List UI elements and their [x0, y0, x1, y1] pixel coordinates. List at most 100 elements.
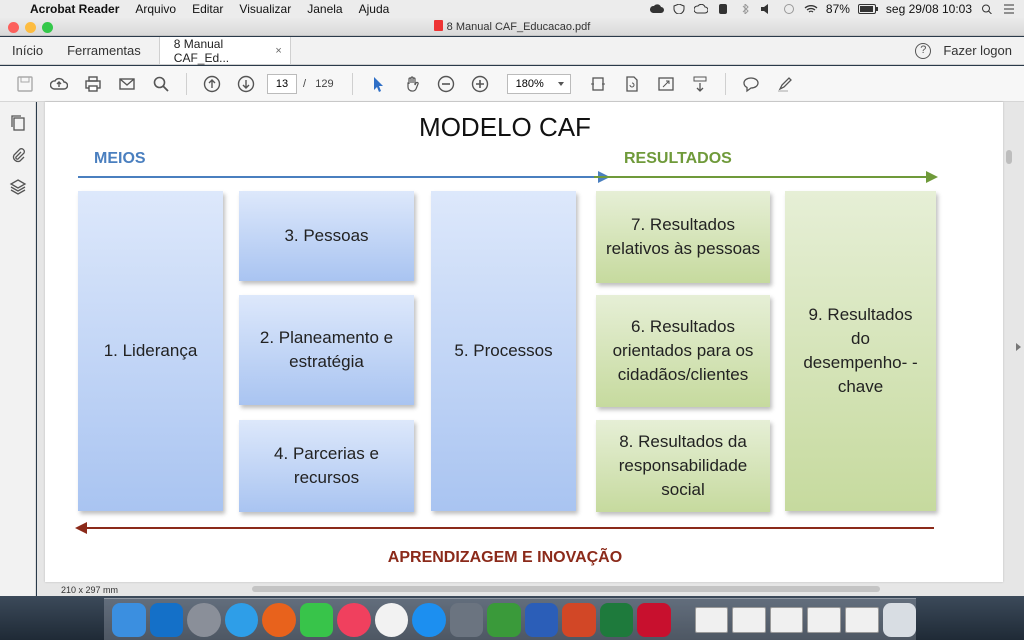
creative-cloud-icon[interactable]: [693, 4, 708, 14]
menu-janela[interactable]: Janela: [299, 2, 350, 16]
itunes-icon[interactable]: [337, 602, 371, 637]
cloud-icon[interactable]: [649, 4, 664, 14]
spotlight-icon[interactable]: [980, 4, 994, 14]
save-icon[interactable]: [14, 73, 36, 95]
battery-icon[interactable]: [857, 4, 878, 14]
print-icon[interactable]: [82, 73, 104, 95]
tab-document[interactable]: 8 Manual CAF_Ed... ×: [158, 36, 291, 65]
page-thumbnails-icon[interactable]: [7, 112, 29, 134]
close-tab-icon[interactable]: ×: [275, 45, 281, 57]
excel-icon[interactable]: [599, 602, 634, 637]
word-icon[interactable]: [524, 602, 559, 637]
highlight-pen-icon[interactable]: [774, 73, 796, 95]
document-tab-label: 8 Manual CAF_Ed...: [173, 36, 230, 65]
fit-page-icon[interactable]: [587, 73, 609, 95]
acrobat-reader-icon[interactable]: [637, 602, 671, 637]
tab-tools[interactable]: Ferramentas: [55, 37, 153, 64]
minimized-window-2[interactable]: [732, 606, 766, 633]
page-total: / 129: [303, 78, 334, 90]
firefox-icon[interactable]: [262, 602, 296, 637]
minimized-window-5[interactable]: [845, 606, 879, 633]
menu-visualizar[interactable]: Visualizar: [231, 2, 299, 16]
window-minimize-button[interactable]: [25, 22, 36, 33]
dock: [104, 598, 917, 640]
comment-icon[interactable]: [740, 73, 762, 95]
upload-cloud-icon[interactable]: [48, 73, 70, 95]
toolbar: 13 / 129 180%: [0, 66, 1024, 102]
zoom-in-icon[interactable]: [469, 73, 491, 95]
resultados-arrow: [594, 171, 938, 183]
status-area: 87% seg 29/08 10:03: [649, 2, 1024, 16]
box-resultados-desempenho: 9. Resultados do desempenho- -chave: [785, 191, 936, 511]
email-icon[interactable]: [116, 73, 138, 95]
minimized-window-1[interactable]: [694, 606, 729, 633]
left-sidebar: [0, 102, 36, 596]
notification-center-icon[interactable]: [1002, 4, 1016, 14]
page-size-label: 210 x 297 mm: [61, 585, 119, 595]
app-store-icon[interactable]: [412, 602, 446, 637]
wifi-icon[interactable]: [804, 4, 818, 14]
rotate-page-icon[interactable]: [621, 73, 643, 95]
page-number-input[interactable]: 13: [267, 73, 297, 94]
next-page-icon[interactable]: [235, 73, 257, 95]
window-close-button[interactable]: [8, 22, 19, 33]
powerpoint-icon[interactable]: [562, 602, 596, 637]
login-link[interactable]: Fazer logon: [943, 43, 1012, 58]
tab-bar: Início Ferramentas 8 Manual CAF_Ed... × …: [0, 37, 1024, 65]
box-processos: 5. Processos: [431, 191, 576, 511]
pdf-file-icon: [433, 20, 443, 31]
time-machine-icon[interactable]: [782, 4, 796, 14]
launchpad-icon[interactable]: [187, 602, 221, 637]
battery-percent: 87%: [825, 2, 850, 16]
layers-icon[interactable]: [7, 176, 29, 198]
page-count: 129: [315, 77, 334, 90]
collapse-right-panel-icon[interactable]: [1016, 343, 1021, 351]
box-parcerias: 4. Parcerias e recursos: [239, 420, 414, 512]
menu-ajuda[interactable]: Ajuda: [351, 2, 398, 16]
box-resultados-pessoas: 7. Resultados relativos às pessoas: [596, 191, 770, 283]
search-icon[interactable]: [150, 73, 172, 95]
facetime-icon[interactable]: [299, 602, 334, 637]
previous-page-icon[interactable]: [201, 73, 223, 95]
select-cursor-icon[interactable]: [367, 73, 389, 95]
window-maximize-button[interactable]: [42, 22, 53, 33]
volume-icon[interactable]: [760, 4, 774, 14]
aprendizagem-arrow: [75, 522, 934, 534]
diagram-title: MODELO CAF: [419, 112, 591, 142]
minimized-window-4[interactable]: [807, 606, 841, 633]
system-preferences-icon[interactable]: [449, 602, 484, 637]
horizontal-scrollbar[interactable]: [252, 586, 880, 592]
vertical-scrollbar[interactable]: [1006, 150, 1012, 164]
menu-arquivo[interactable]: Arquivo: [127, 2, 184, 16]
zoom-out-icon[interactable]: [435, 73, 457, 95]
box-planeamento: 2. Planeamento e estratégia: [239, 295, 414, 405]
menu-editar[interactable]: Editar: [184, 2, 231, 16]
menu-bar: Acrobat Reader Arquivo Editar Visualizar…: [0, 0, 1024, 18]
tab-home[interactable]: Início: [0, 37, 55, 64]
box-lideranca: 1. Liderança: [78, 191, 223, 511]
outlook-icon[interactable]: [149, 602, 184, 637]
help-icon[interactable]: ?: [915, 42, 932, 59]
evernote-icon[interactable]: [716, 4, 730, 14]
aprendizagem-label: APRENDIZAGEM E INOVAÇÃO: [387, 549, 623, 566]
shield-icon[interactable]: [672, 4, 686, 14]
full-screen-icon[interactable]: [655, 73, 677, 95]
evernote-dock-icon[interactable]: [487, 602, 521, 637]
safari-icon[interactable]: [224, 602, 259, 637]
hand-tool-icon[interactable]: [401, 73, 423, 95]
window-titlebar: 8 Manual CAF_Educacao.pdf: [0, 18, 1024, 36]
page-separator: /: [303, 77, 307, 90]
finder-icon[interactable]: [112, 602, 146, 637]
window-title: 8 Manual CAF_Educacao.pdf: [446, 21, 591, 33]
app-menu[interactable]: Acrobat Reader: [28, 2, 127, 16]
clock[interactable]: seg 29/08 10:03: [886, 2, 972, 16]
bluetooth-icon[interactable]: [738, 4, 752, 14]
zoom-select[interactable]: 180%: [506, 73, 571, 94]
minimized-window-3[interactable]: [769, 606, 804, 633]
attachments-icon[interactable]: [7, 144, 29, 166]
photos-icon[interactable]: [374, 602, 409, 637]
trash-icon[interactable]: [882, 602, 917, 637]
document-viewport[interactable]: MODELO CAF MEIOS RESULTADOS 1. Liderança…: [37, 102, 1024, 596]
scroll-mode-icon[interactable]: [689, 73, 711, 95]
meios-arrow: [78, 171, 610, 183]
